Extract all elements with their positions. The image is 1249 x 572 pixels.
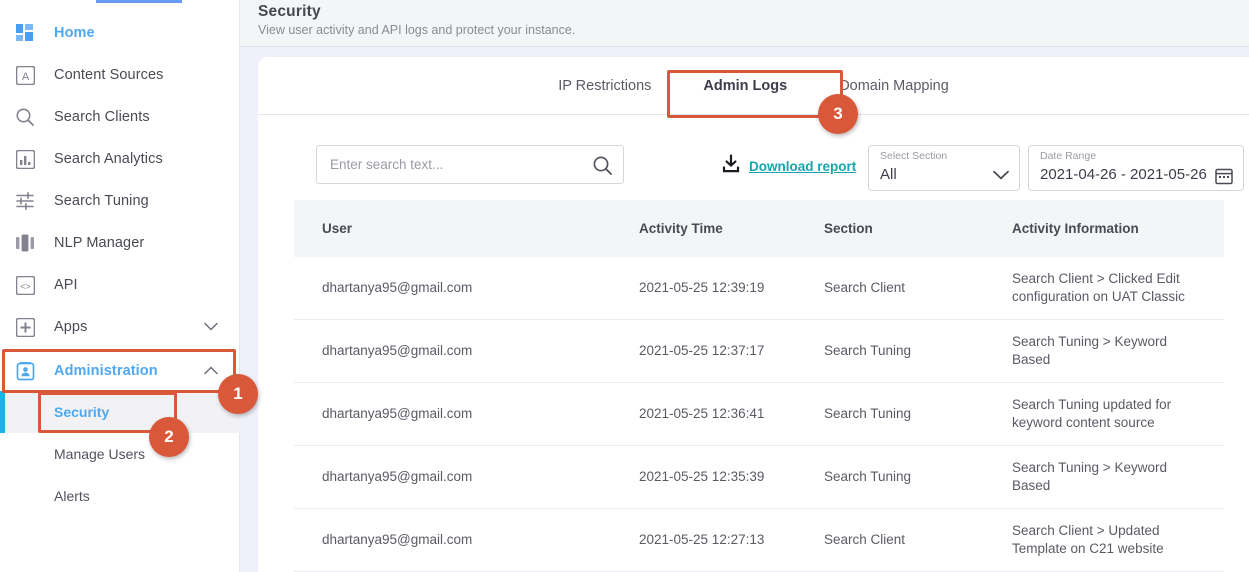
cell-section: Search Client <box>824 257 1012 319</box>
sidebar-item-api[interactable]: <> API <box>0 264 240 306</box>
table-row[interactable]: dhartanya95@gmail.com 2021-05-25 12:39:1… <box>294 257 1224 320</box>
column-header-activity-information: Activity Information <box>1012 221 1197 236</box>
sidebar: Home A Content Sources Search Clients Se… <box>0 0 240 572</box>
sidebar-item-label: Search Analytics <box>54 151 163 167</box>
sidebar-item-administration[interactable]: Administration <box>0 350 240 392</box>
code-icon: <> <box>14 274 36 296</box>
column-header-activity-time: Activity Time <box>639 221 824 236</box>
columns-icon <box>14 232 36 254</box>
cell-activity-information: Search Tuning > Keyword Based <box>1012 446 1197 508</box>
annotation-badge-1: 1 <box>218 374 258 414</box>
search-input[interactable] <box>330 157 580 172</box>
active-subitem-highlight <box>0 391 240 433</box>
table-header-row: User Activity Time Section Activity Info… <box>294 200 1224 257</box>
table-row[interactable]: dhartanya95@gmail.com 2021-05-25 12:27:1… <box>294 509 1224 572</box>
plus-icon <box>14 316 36 338</box>
cell-activity-time: 2021-05-25 12:35:39 <box>639 446 824 508</box>
sidebar-item-label: NLP Manager <box>54 235 144 251</box>
cell-activity-information: Search Client > Clicked Edit configurati… <box>1012 257 1197 319</box>
download-icon <box>721 154 741 179</box>
sidebar-item-label: API <box>54 277 78 293</box>
download-report-link[interactable]: Download report <box>721 154 856 179</box>
column-header-section: Section <box>824 221 1012 236</box>
main-area: Security View user activity and API logs… <box>240 0 1249 572</box>
svg-text:<>: <> <box>20 281 31 291</box>
bar-chart-icon <box>14 148 36 170</box>
search-icon <box>14 106 36 128</box>
grid-icon <box>14 22 36 44</box>
sidebar-subitem-manage-users[interactable]: Manage Users <box>0 433 240 475</box>
chevron-down-icon[interactable] <box>204 318 218 336</box>
cell-section: Search Tuning <box>824 320 1012 382</box>
annotation-badge-3: 3 <box>818 94 858 134</box>
date-range-value: 2021-04-26 - 2021-05-26 <box>1040 166 1207 183</box>
page-header: Security View user activity and API logs… <box>240 0 1249 47</box>
sidebar-item-label: Content Sources <box>54 67 164 83</box>
page-subtitle: View user activity and API logs and prot… <box>258 23 1249 37</box>
sidebar-item-search-clients[interactable]: Search Clients <box>0 96 240 138</box>
cell-user: dhartanya95@gmail.com <box>294 509 639 571</box>
sidebar-subitem-alerts[interactable]: Alerts <box>0 475 240 517</box>
sidebar-item-content-sources[interactable]: A Content Sources <box>0 54 240 96</box>
chevron-down-icon[interactable] <box>993 167 1009 185</box>
sliders-icon <box>14 190 36 212</box>
date-range-field[interactable]: Date Range 2021-04-26 - 2021-05-26 <box>1028 145 1244 191</box>
calendar-icon[interactable] <box>1215 167 1233 190</box>
sidebar-subitem-label: Security <box>54 404 109 420</box>
sidebar-subitem-label: Alerts <box>54 488 90 504</box>
sidebar-subitem-label: Manage Users <box>54 446 145 462</box>
sidebar-item-label: Search Clients <box>54 109 150 125</box>
cell-activity-time: 2021-05-25 12:27:13 <box>639 509 824 571</box>
tab-bar: IP Restrictions Admin Logs Domain Mappin… <box>258 57 1249 115</box>
sidebar-item-label: Search Tuning <box>54 193 149 209</box>
table-row[interactable]: dhartanya95@gmail.com 2021-05-25 12:37:1… <box>294 320 1224 383</box>
table-row[interactable]: dhartanya95@gmail.com 2021-05-25 12:36:4… <box>294 383 1224 446</box>
cell-user: dhartanya95@gmail.com <box>294 383 639 445</box>
app-root: Home A Content Sources Search Clients Se… <box>0 0 1249 572</box>
sidebar-item-label: Apps <box>54 319 87 335</box>
select-section-label: Select Section <box>880 150 947 162</box>
date-range-label: Date Range <box>1040 150 1096 162</box>
tab-ip-restrictions[interactable]: IP Restrictions <box>532 57 677 115</box>
sidebar-item-apps[interactable]: Apps <box>0 306 240 348</box>
annotation-badge-2: 2 <box>149 417 189 457</box>
sidebar-item-search-analytics[interactable]: Search Analytics <box>0 138 240 180</box>
cell-section: Search Tuning <box>824 383 1012 445</box>
table-row[interactable]: dhartanya95@gmail.com 2021-05-25 12:35:3… <box>294 446 1224 509</box>
top-accent-bar <box>96 0 182 3</box>
cell-activity-time: 2021-05-25 12:37:17 <box>639 320 824 382</box>
chevron-up-icon[interactable] <box>204 362 218 380</box>
sidebar-item-nlp-manager[interactable]: NLP Manager <box>0 222 240 264</box>
search-box[interactable] <box>316 145 624 184</box>
sidebar-item-label: Administration <box>54 363 158 379</box>
cell-section: Search Client <box>824 509 1012 571</box>
cell-activity-time: 2021-05-25 12:39:19 <box>639 257 824 319</box>
admin-id-icon <box>14 360 36 382</box>
sidebar-item-home[interactable]: Home <box>0 12 240 54</box>
sidebar-item-label: Home <box>54 25 95 41</box>
cell-section: Search Tuning <box>824 446 1012 508</box>
sidebar-subitem-security[interactable]: Security <box>0 391 240 433</box>
content-card: IP Restrictions Admin Logs Domain Mappin… <box>258 57 1249 572</box>
select-section-value: All <box>880 166 897 183</box>
letter-a-icon: A <box>14 64 36 86</box>
admin-logs-table: User Activity Time Section Activity Info… <box>294 200 1224 572</box>
cell-activity-information: Search Client > Updated Template on C21 … <box>1012 509 1197 571</box>
cell-activity-information: Search Tuning updated for keyword conten… <box>1012 383 1197 445</box>
cell-activity-information: Search Tuning > Keyword Based <box>1012 320 1197 382</box>
download-report-label: Download report <box>749 159 856 174</box>
column-header-user: User <box>294 221 639 236</box>
tab-admin-logs[interactable]: Admin Logs <box>677 57 813 115</box>
cell-user: dhartanya95@gmail.com <box>294 446 639 508</box>
search-icon[interactable] <box>592 155 613 181</box>
cell-user: dhartanya95@gmail.com <box>294 257 639 319</box>
select-section-dropdown[interactable]: Select Section All <box>868 145 1020 191</box>
page-title: Security <box>258 3 1249 21</box>
svg-text:A: A <box>21 71 29 83</box>
sidebar-item-search-tuning[interactable]: Search Tuning <box>0 180 240 222</box>
active-indicator-bar <box>0 391 5 433</box>
cell-activity-time: 2021-05-25 12:36:41 <box>639 383 824 445</box>
cell-user: dhartanya95@gmail.com <box>294 320 639 382</box>
